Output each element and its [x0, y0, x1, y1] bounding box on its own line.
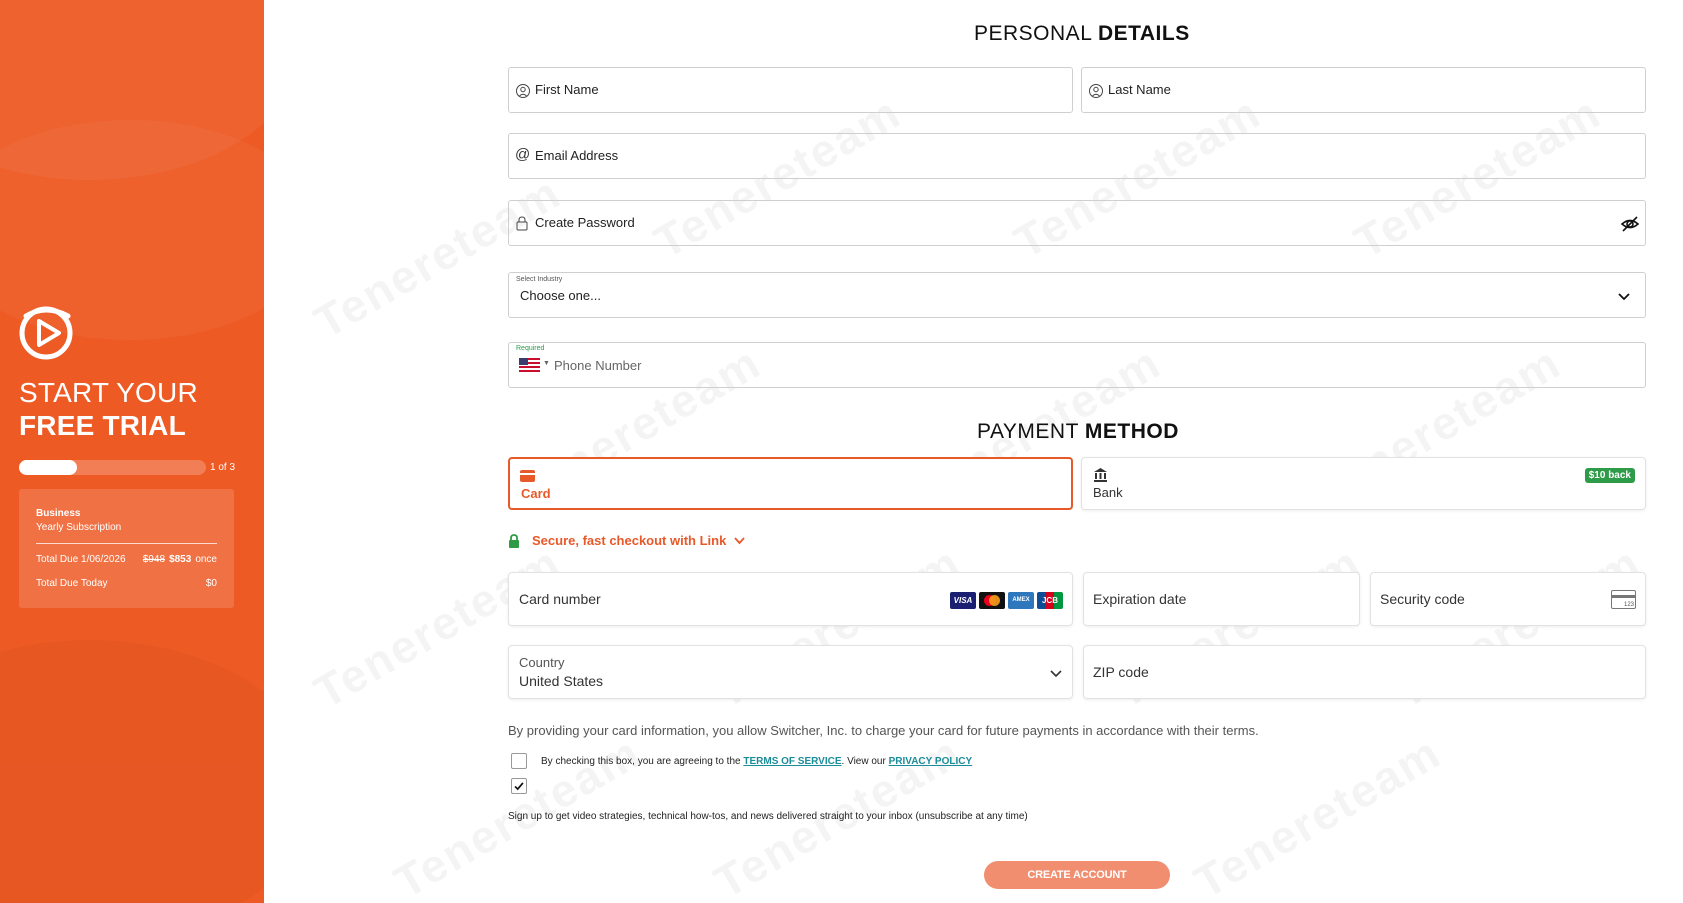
zip-code-label: ZIP code — [1093, 664, 1149, 680]
brand-logo-icon — [19, 306, 73, 360]
total-due-row: Total Due 1/06/2026 $948 $853 once — [36, 554, 217, 565]
plan-type: Yearly Subscription — [36, 522, 122, 533]
total-today-label: Total Due Today — [36, 578, 108, 589]
secure-checkout-link[interactable]: Secure, fast checkout with Link — [508, 533, 745, 548]
step-progress-fill — [19, 460, 77, 475]
checkmark-icon — [514, 782, 524, 791]
tab-bank-label: Bank — [1093, 485, 1123, 500]
total-due-label: Total Due 1/06/2026 — [36, 554, 126, 565]
bank-cashback-badge: $10 back — [1584, 468, 1635, 483]
last-name-field[interactable]: Last Name — [1081, 67, 1646, 113]
phone-label: Phone Number — [554, 358, 642, 373]
us-flag-icon[interactable] — [519, 358, 540, 372]
create-account-button[interactable]: CREATE ACCOUNT — [984, 861, 1170, 889]
new-price: $853 — [169, 554, 192, 565]
total-today-row: Total Due Today $0 — [36, 578, 217, 589]
plan-name: Business — [36, 508, 81, 519]
card-number-field[interactable]: Card number VISA AMEX JCB — [508, 572, 1073, 626]
summary-divider — [36, 543, 217, 544]
user-icon — [1089, 84, 1103, 98]
industry-caption: Select Industry — [516, 276, 563, 283]
tab-bank[interactable]: Bank $10 back — [1081, 457, 1646, 510]
email-label: Email Address — [535, 148, 619, 163]
card-brand-logos: VISA AMEX JCB — [950, 592, 1063, 609]
secure-checkout-label: Secure, fast checkout with Link — [532, 533, 727, 548]
industry-value: Choose one... — [520, 288, 601, 303]
chevron-down-icon — [1618, 293, 1630, 301]
security-code-field[interactable]: Security code 123 — [1370, 572, 1646, 626]
step-progress-bar — [19, 460, 206, 475]
password-field[interactable]: Create Password — [508, 200, 1646, 246]
jcb-icon: JCB — [1037, 592, 1063, 609]
amex-icon: AMEX — [1008, 592, 1034, 609]
at-sign-icon: @ — [515, 146, 531, 163]
cvc-card-icon: 123 — [1611, 590, 1636, 609]
trial-sidebar: START YOUR FREE TRIAL 1 of 3 Business Ye… — [0, 0, 264, 903]
zip-code-field[interactable]: ZIP code — [1083, 645, 1646, 699]
terms-checkbox[interactable] — [511, 753, 527, 769]
tab-card-label: Card — [521, 486, 551, 501]
newsletter-checkbox[interactable] — [511, 778, 527, 794]
lock-icon — [516, 216, 528, 231]
personal-details-title: PERSONAL DETAILS — [974, 22, 1190, 45]
order-summary: Business Yearly Subscription Total Due 1… — [19, 489, 234, 608]
country-value: United States — [519, 673, 604, 689]
card-consent-text: By providing your card information, you … — [508, 723, 1259, 738]
email-field[interactable]: @ Email Address — [508, 133, 1646, 179]
phone-field[interactable]: Required ▼ Phone Number — [508, 342, 1646, 388]
old-price: $948 — [142, 554, 166, 565]
billing-cadence: once — [195, 554, 217, 565]
password-label: Create Password — [535, 215, 635, 230]
card-number-label: Card number — [519, 591, 601, 607]
industry-select[interactable]: Select Industry Choose one... — [508, 272, 1646, 318]
watermark: Tenereteam — [305, 165, 570, 349]
payment-method-title: PAYMENT METHOD — [977, 420, 1179, 443]
bank-icon — [1094, 468, 1107, 482]
credit-card-icon — [520, 470, 535, 482]
mastercard-icon — [979, 592, 1005, 609]
expiration-date-label: Expiration date — [1093, 591, 1187, 607]
newsletter-text: Sign up to get video strategies, technic… — [508, 811, 1028, 822]
watermark: Tenereteam — [1185, 725, 1450, 903]
country-select[interactable]: Country United States — [508, 645, 1073, 699]
signup-page: Tenereteam Tenereteam Tenereteam Teneret… — [0, 0, 1683, 903]
total-today-value: $0 — [205, 578, 217, 589]
first-name-field[interactable]: First Name — [508, 67, 1073, 113]
last-name-label: Last Name — [1108, 82, 1171, 97]
step-progress-label: 1 of 3 — [210, 462, 236, 473]
first-name-label: First Name — [535, 82, 599, 97]
expiration-date-field[interactable]: Expiration date — [1083, 572, 1360, 626]
security-code-label: Security code — [1380, 591, 1465, 607]
lock-icon — [509, 533, 519, 548]
phone-caption: Required — [516, 345, 545, 352]
terms-text: By checking this box, you are agreeing t… — [541, 756, 973, 767]
chevron-down-icon — [734, 537, 745, 545]
chevron-down-icon — [1050, 670, 1062, 678]
visa-icon: VISA — [950, 592, 976, 609]
country-label: Country — [519, 655, 565, 670]
privacy-policy-link[interactable]: PRIVACY POLICY — [889, 756, 973, 767]
tab-card[interactable]: Card — [508, 457, 1073, 510]
user-icon — [516, 84, 530, 98]
total-due-value: $948 $853 once — [143, 554, 217, 565]
eye-off-icon[interactable] — [1620, 214, 1640, 234]
trial-title: START YOUR FREE TRIAL — [19, 377, 198, 441]
terms-of-service-link[interactable]: TERMS OF SERVICE — [743, 756, 841, 767]
country-code-chevron-icon[interactable]: ▼ — [543, 360, 550, 367]
